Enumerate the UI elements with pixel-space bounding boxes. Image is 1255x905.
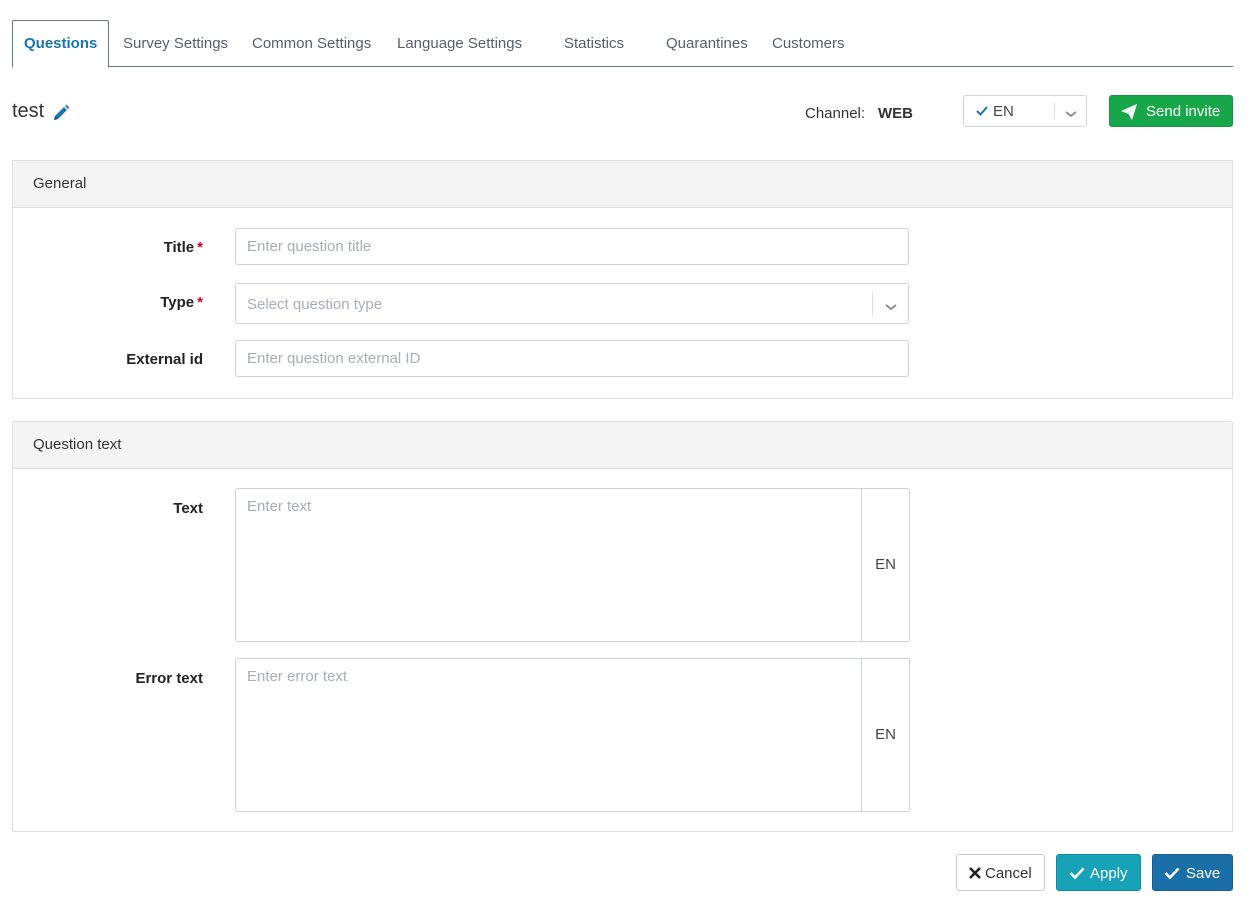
tab-questions[interactable]: Questions	[12, 20, 110, 68]
error-text-label: Error text	[135, 670, 203, 687]
tab-quarantines[interactable]: Quarantines	[666, 20, 748, 67]
send-invite-label: Send invite	[1146, 103, 1221, 120]
question-text-panel: Question text Text EN Error text EN	[12, 421, 1233, 832]
error-text-textarea[interactable]	[236, 659, 860, 811]
apply-button[interactable]: Apply	[1056, 854, 1141, 891]
tab-statistics[interactable]: Statistics	[564, 20, 624, 67]
tab-survey-settings[interactable]: Survey Settings	[123, 20, 228, 67]
title-label: Title *	[13, 239, 203, 256]
required-marker: *	[197, 239, 203, 256]
type-select[interactable]: Select question type	[235, 283, 909, 324]
check-icon	[1164, 866, 1180, 880]
cancel-button[interactable]: Cancel	[956, 854, 1045, 891]
select-divider	[872, 293, 873, 315]
question-text-panel-heading: Question text	[13, 422, 1232, 469]
error-text-field: EN	[235, 658, 910, 812]
language-select[interactable]: EN	[963, 95, 1087, 127]
general-panel: General Title* Type* Select question typ…	[12, 160, 1233, 399]
tab-language-settings[interactable]: Language Settings	[397, 20, 522, 67]
external-id-input[interactable]	[235, 340, 909, 377]
tab-bar: Questions Survey Settings Common Setting…	[12, 20, 1233, 68]
page-title: test	[12, 100, 45, 122]
send-invite-button[interactable]: Send invite	[1109, 95, 1233, 127]
channel-value: WEB	[878, 105, 913, 122]
paper-plane-icon	[1120, 103, 1138, 121]
check-icon	[975, 104, 989, 118]
tab-customers[interactable]: Customers	[772, 20, 845, 67]
type-label-text: Type	[160, 294, 195, 311]
type-select-placeholder: Select question type	[247, 296, 383, 313]
general-panel-heading: General	[13, 161, 1232, 208]
apply-label: Apply	[1090, 865, 1128, 882]
cancel-label: Cancel	[985, 865, 1032, 882]
save-label: Save	[1186, 865, 1221, 882]
text-field: EN	[235, 488, 910, 642]
check-icon	[1069, 866, 1085, 880]
external-id-label: External id	[126, 351, 203, 368]
text-textarea[interactable]	[236, 489, 860, 641]
channel-label: Channel:	[805, 105, 866, 122]
chevron-down-icon	[1064, 106, 1078, 118]
title-label-text: Title	[163, 239, 195, 256]
close-icon	[968, 866, 982, 880]
text-label: Text	[173, 500, 203, 517]
text-language-addon: EN	[861, 489, 909, 641]
title-input[interactable]	[235, 228, 909, 265]
type-label: Type *	[13, 294, 203, 311]
save-button[interactable]: Save	[1152, 854, 1233, 891]
language-select-value: EN	[993, 103, 1014, 120]
select-divider	[1054, 103, 1055, 119]
chevron-down-icon	[884, 299, 898, 311]
required-marker: *	[197, 294, 203, 311]
error-text-language-addon: EN	[861, 659, 909, 811]
tab-common-settings[interactable]: Common Settings	[252, 20, 371, 67]
pencil-icon[interactable]	[52, 104, 70, 122]
